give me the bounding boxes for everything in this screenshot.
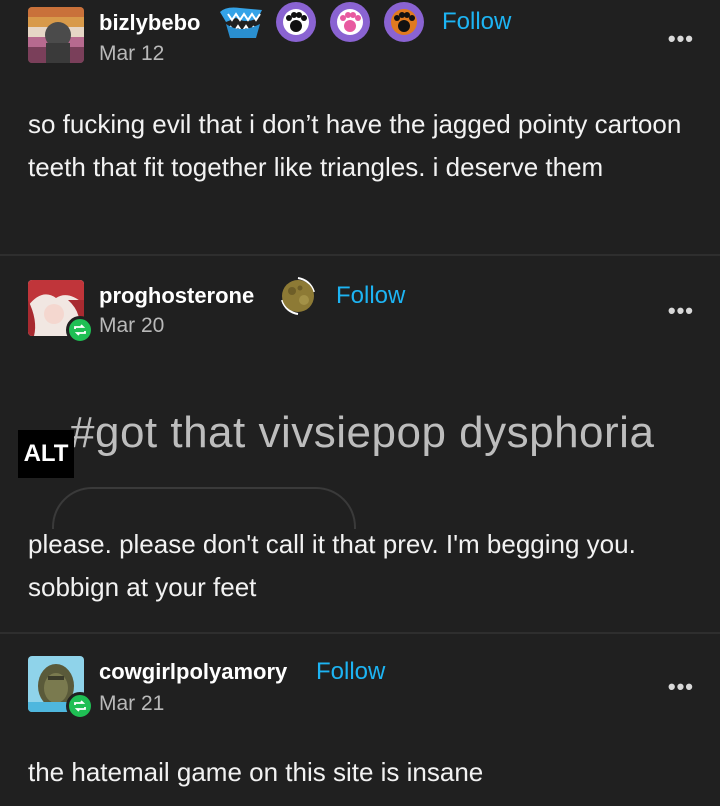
post-text: the hatemail game on this site is insane <box>28 757 484 787</box>
more-options-icon[interactable]: ••• <box>668 26 694 52</box>
post-date: Mar 21 <box>99 692 165 715</box>
post-bizlybebo: bizlybebo Follow Mar 12 ••• so fucking e… <box>0 0 720 254</box>
paw-badge-icon <box>384 2 424 42</box>
avatar[interactable] <box>28 7 84 63</box>
reblog-icon <box>66 692 94 720</box>
paw-badge-icon <box>330 2 370 42</box>
post-cowgirlpolyamory: cowgirlpolyamory Follow Mar 21 ••• the h… <box>0 634 720 806</box>
follow-button[interactable]: Follow <box>442 8 511 36</box>
post-date: Mar 12 <box>99 42 165 65</box>
username[interactable]: cowgirlpolyamory <box>99 659 287 685</box>
follow-button[interactable]: Follow <box>316 658 385 686</box>
shark-teeth-badge-icon <box>216 4 266 40</box>
alt-text-button[interactable]: ALT <box>18 430 74 478</box>
post-image[interactable]: #got that vivsiepop dysphoria ALT <box>0 256 720 529</box>
paw-badge-icon <box>276 2 316 42</box>
post-text: so fucking evil that i don’t have the ja… <box>28 109 682 182</box>
username[interactable]: bizlybebo <box>99 10 200 36</box>
more-options-icon[interactable]: ••• <box>668 674 694 700</box>
post-proghosterone: proghosterone Follow Mar 20 ••• #got tha… <box>0 256 720 632</box>
image-text: #got that vivsiepop dysphoria <box>70 408 655 457</box>
post-text: please. please don't call it that prev. … <box>28 529 636 602</box>
